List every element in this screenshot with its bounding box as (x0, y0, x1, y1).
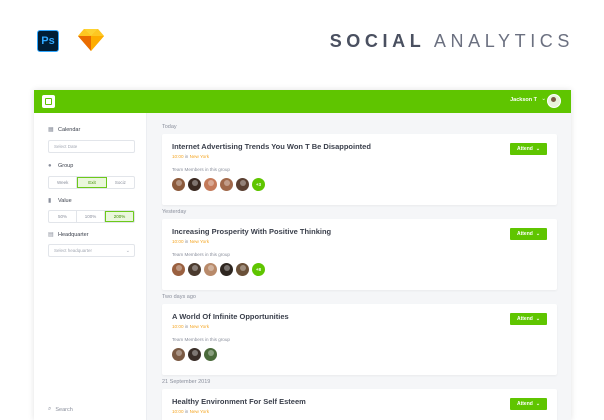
event-card: A World Of Infinite Opportunities 10:00 … (162, 304, 557, 375)
member-avatar[interactable] (220, 263, 233, 276)
day-label: Two days ago (162, 294, 196, 300)
page-title: SOCIAL ANALYTICS (329, 31, 574, 51)
app-logo-icon[interactable] (42, 95, 55, 108)
member-avatar[interactable] (188, 263, 201, 276)
chevron-down-icon: ⌄ (535, 231, 541, 237)
member-avatar[interactable] (188, 178, 201, 191)
member-avatar[interactable] (204, 348, 217, 361)
member-avatar[interactable] (172, 348, 185, 361)
team-label: Team Members in this group (172, 252, 230, 257)
event-title[interactable]: Internet Advertising Trends You Won T Be… (172, 142, 371, 151)
headquarter-icon: ▤ (48, 232, 54, 238)
member-avatar[interactable] (172, 178, 185, 191)
day-label: 21 September 2019 (162, 379, 211, 385)
avatar-group (172, 348, 217, 361)
calendar-icon: ▦ (48, 127, 54, 133)
member-avatar[interactable] (220, 178, 233, 191)
attend-button[interactable]: Attend ⌄ (510, 313, 547, 325)
member-avatar[interactable] (204, 178, 217, 191)
team-label: Team Members in this group (172, 337, 230, 342)
more-members-badge[interactable]: +8 (252, 263, 265, 276)
search-icon: ⌕ (48, 406, 52, 412)
group-option-sociz[interactable]: Sociz (107, 177, 134, 188)
event-meta: 10:00 in New York (172, 239, 210, 244)
value-selector: 50% 100% 200% (48, 210, 135, 223)
event-meta: 10:00 in New York (172, 324, 210, 329)
avatar-group: +3 (172, 178, 265, 191)
value-label: ▮ Value (48, 198, 72, 204)
event-title[interactable]: Healthy Environment For Self Esteem (172, 397, 306, 406)
team-label: Team Members in this group (172, 167, 230, 172)
member-avatar[interactable] (236, 263, 249, 276)
calendar-label: ▦ Calendar (48, 127, 81, 133)
group-label: ● Group (48, 163, 74, 169)
avatar-group: +8 (172, 263, 265, 276)
app-window: Jackson T ⌄ ▦ Calendar Select Date ● Gro… (34, 90, 571, 420)
event-meta: 10:00 in New York (172, 409, 210, 414)
group-option-week[interactable]: Week (49, 177, 78, 188)
user-name[interactable]: Jackson T (510, 97, 537, 103)
chevron-down-icon[interactable]: ⌄ (541, 96, 546, 102)
member-avatar[interactable] (172, 263, 185, 276)
group-option-exit[interactable]: Exit (77, 177, 107, 188)
headquarter-select[interactable]: Select headquarter ⌄ (48, 244, 135, 257)
group-selector: Week Exit Sociz (48, 176, 135, 189)
attend-button[interactable]: Attend ⌄ (510, 143, 547, 155)
avatar[interactable] (547, 94, 561, 108)
chevron-down-icon: ⌄ (535, 401, 541, 407)
event-title[interactable]: Increasing Prosperity With Positive Thin… (172, 227, 331, 236)
attend-button[interactable]: Attend ⌄ (510, 228, 547, 240)
value-icon: ▮ (48, 198, 52, 204)
member-avatar[interactable] (188, 348, 201, 361)
day-label: Yesterday (162, 209, 187, 215)
value-option-200[interactable]: 200% (105, 211, 134, 222)
chevron-down-icon: ⌄ (535, 146, 541, 152)
top-bar: Jackson T ⌄ (34, 90, 571, 113)
search-field[interactable]: ⌕ Search (48, 406, 73, 413)
event-card: Internet Advertising Trends You Won T Be… (162, 134, 557, 205)
member-avatar[interactable] (204, 263, 217, 276)
chevron-down-icon: ⌄ (535, 316, 541, 322)
event-meta: 10:00 in New York (172, 154, 210, 159)
day-label: Today (162, 124, 177, 130)
member-avatar[interactable] (236, 178, 249, 191)
attend-button[interactable]: Attend ⌄ (510, 398, 547, 410)
event-card: Increasing Prosperity With Positive Thin… (162, 219, 557, 290)
more-members-badge[interactable]: +3 (252, 178, 265, 191)
date-input[interactable]: Select Date (48, 140, 135, 153)
photoshop-logo-icon: Ps (37, 30, 59, 52)
headquarter-label: ▤ Headquarter (48, 232, 89, 238)
value-option-100[interactable]: 100% (77, 211, 105, 222)
event-title[interactable]: A World Of Infinite Opportunities (172, 312, 289, 321)
event-card: Healthy Environment For Self Esteem 10:0… (162, 389, 557, 420)
chevron-down-icon: ⌄ (125, 247, 130, 254)
group-icon: ● (48, 163, 52, 169)
sketch-diamond-icon (78, 29, 104, 51)
filter-sidebar: ▦ Calendar Select Date ● Group Week Exit… (34, 113, 147, 420)
value-option-50[interactable]: 50% (49, 211, 77, 222)
